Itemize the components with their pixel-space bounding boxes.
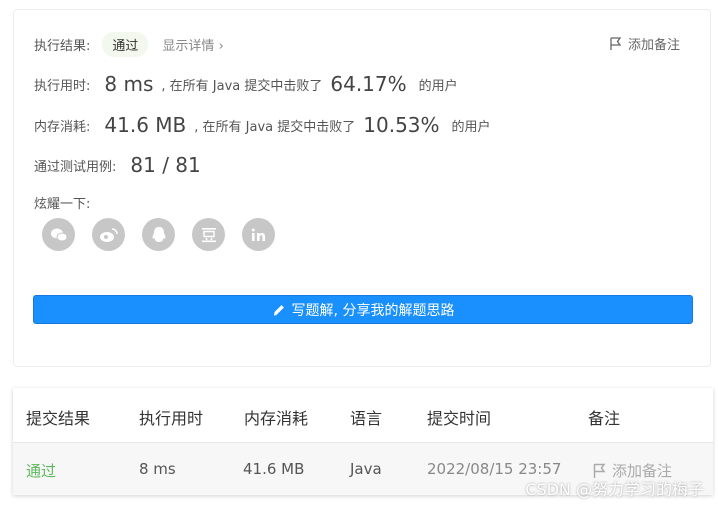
result-label: 执行结果:	[34, 39, 91, 54]
header-memory: 内存消耗	[244, 409, 309, 428]
memory-label: 内存消耗:	[34, 119, 91, 135]
header-runtime: 执行用时	[139, 409, 204, 428]
submission-result-card: 执行结果: 通过 显示详情 › 添加备注 执行用时: 8 ms , 在所有 Ja…	[13, 9, 711, 367]
wechat-icon[interactable]	[42, 218, 75, 251]
tests-value: 81 / 81	[130, 153, 201, 177]
flag-icon	[610, 36, 622, 51]
chevron-right-icon: ›	[218, 39, 224, 54]
runtime-value: 8 ms	[104, 72, 154, 96]
header-note: 备注	[588, 409, 621, 428]
memory-percent: 10.53%	[363, 113, 440, 137]
memory-beat-prefix: , 在所有 Java 提交中击败了	[194, 119, 356, 135]
header-language: 语言	[350, 409, 383, 428]
row-language: Java	[350, 460, 382, 478]
show-details-label: 显示详情	[162, 39, 215, 54]
show-details-link[interactable]: 显示详情 ›	[162, 35, 223, 54]
share-label: 炫耀一下:	[34, 197, 91, 212]
csdn-watermark: CSDN @努力学习的梅子	[525, 480, 704, 499]
runtime-row: 执行用时: 8 ms , 在所有 Java 提交中击败了 64.17% 的用户	[34, 72, 458, 96]
tests-row: 通过测试用例: 81 / 81	[34, 153, 209, 177]
header-result: 提交结果	[26, 409, 91, 428]
memory-value: 41.6 MB	[104, 113, 187, 137]
runtime-label: 执行用时:	[34, 78, 91, 94]
runtime-percent: 64.17%	[330, 72, 407, 96]
header-time: 提交时间	[427, 409, 492, 428]
memory-row: 内存消耗: 41.6 MB , 在所有 Java 提交中击败了 10.53% 的…	[34, 113, 491, 137]
table-header: 提交结果 执行用时 内存消耗 语言 提交时间 备注	[13, 388, 713, 443]
linkedin-icon[interactable]	[242, 218, 275, 251]
row-runtime: 8 ms	[139, 460, 176, 478]
write-solution-label: 写题解, 分享我的解题思路	[291, 302, 455, 319]
memory-beat-suffix: 的用户	[451, 119, 491, 135]
add-note-label: 添加备注	[627, 38, 680, 53]
result-row: 执行结果: 通过 显示详情 ›	[34, 32, 224, 57]
write-solution-button[interactable]: 写题解, 分享我的解题思路	[33, 295, 693, 324]
share-row-label: 炫耀一下:	[34, 193, 90, 212]
tests-label: 通过测试用例:	[34, 159, 117, 175]
runtime-beat-prefix: , 在所有 Java 提交中击败了	[161, 78, 323, 94]
share-icons	[42, 218, 275, 251]
pencil-icon	[272, 303, 286, 317]
weibo-icon[interactable]	[92, 218, 125, 251]
status-badge: 通过	[102, 32, 149, 57]
qq-icon[interactable]	[142, 218, 175, 251]
douban-icon[interactable]	[192, 218, 225, 251]
add-note-button[interactable]: 添加备注	[610, 34, 680, 53]
row-memory: 41.6 MB	[243, 460, 305, 478]
row-result-link[interactable]: 通过	[26, 460, 56, 481]
runtime-beat-suffix: 的用户	[418, 78, 458, 94]
